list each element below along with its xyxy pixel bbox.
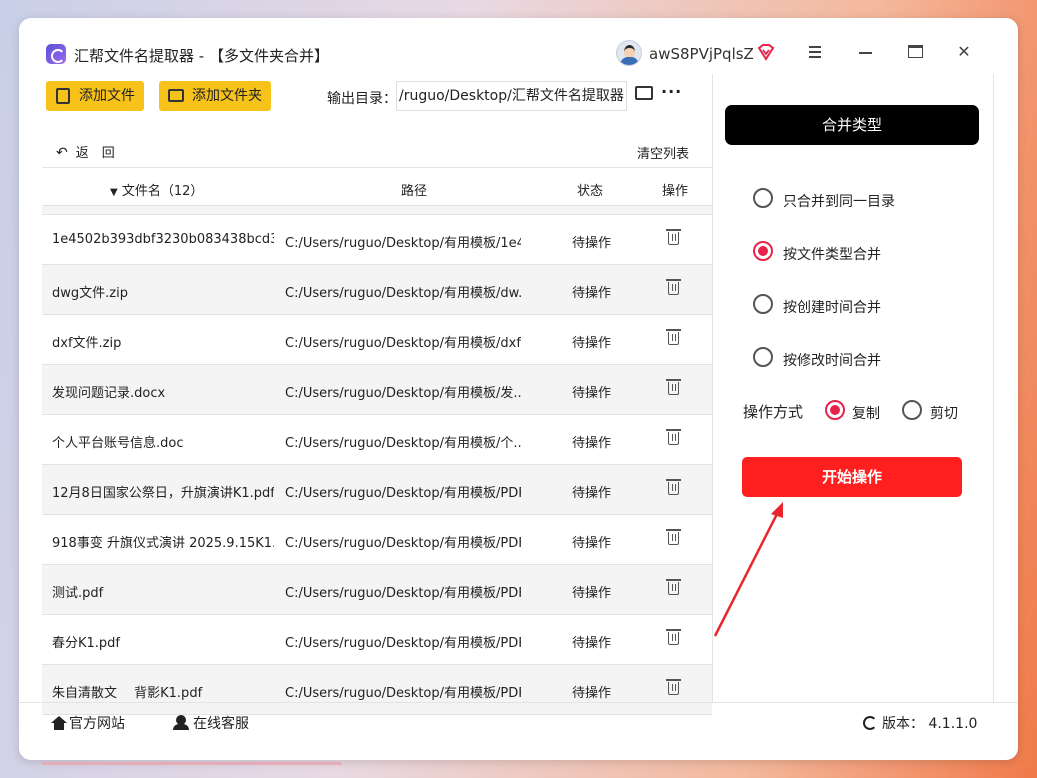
file-name: 12月8日国家公祭日，升旗演讲K1.pdf [52,486,274,501]
file-path: C:/Users/ruguo/Desktop/有用模板/dw... [285,286,521,301]
sort-down-icon: ▼ [110,187,118,198]
file-name: 个人平台账号信息.doc [52,436,184,451]
file-status: 待操作 [572,336,612,351]
table-row[interactable]: dwg文件.zip C:/Users/ruguo/Desktop/有用模板/dw.… [42,265,712,315]
file-path: C:/Users/ruguo/Desktop/有用模板/PDF... [285,486,521,501]
output-dir-label: 输出目录： [327,91,397,107]
version-label: 版本： 4.1.1.0 [882,716,978,732]
app-logo-icon [46,44,66,64]
output-dir-input[interactable]: /ruguo/Desktop/汇帮文件名提取器 [396,81,627,111]
maximize-icon[interactable] [903,40,927,64]
footer: 官方网站 在线客服 版本： 4.1.1.0 [19,702,1018,760]
header-name-label: 文件名（12） [121,184,204,199]
file-status: 待操作 [572,536,612,551]
trash-icon[interactable] [666,429,681,445]
website-label: 官方网站 [69,716,125,732]
refresh-icon [863,716,877,730]
header-status: 状态 [577,184,604,199]
app-window: 汇帮文件名提取器 - 【多文件夹合并】 awS8PVjPqlsZ ✕ 添加文件 … [19,18,1018,760]
file-name: dwg文件.zip [52,286,128,301]
trash-icon[interactable] [666,629,681,645]
trash-icon[interactable] [666,279,681,295]
file-name: dxf文件.zip [52,336,122,351]
file-table-body: 1e4502b393dbf3230b083438bcd3ac... C:/User… [42,215,712,715]
menu-icon[interactable] [803,40,827,64]
file-path: C:/Users/ruguo/Desktop/有用模板/PDF... [285,536,521,551]
header-op: 操作 [662,184,689,199]
file-status: 待操作 [572,386,612,401]
table-row[interactable]: 12月8日国家公祭日，升旗演讲K1.pdf C:/Users/ruguo/Desk… [42,465,712,515]
table-row[interactable]: 918事变 升旗仪式演讲 2025.9.15K1.pdf C:/Users/rug… [42,515,712,565]
trash-icon[interactable] [666,579,681,595]
header-name[interactable]: ▼ 文件名（12） [110,180,203,199]
file-status: 待操作 [572,586,612,601]
file-name: 朱自清散文 背影K1.pdf [52,686,203,701]
website-link[interactable]: 官方网站 [51,713,125,733]
version-info[interactable]: 版本： 4.1.1.0 [863,713,977,733]
close-icon[interactable]: ✕ [952,40,976,64]
back-arrow-icon: ↶ [56,145,68,161]
add-folder-icon [168,89,184,102]
file-name: 918事变 升旗仪式演讲 2025.9.15K1.pdf [52,536,274,551]
file-path: C:/Users/ruguo/Desktop/有用模板/发... [285,386,521,401]
file-status: 待操作 [572,486,612,501]
file-path: C:/Users/ruguo/Desktop/有用模板/PDF... [285,586,521,601]
service-link[interactable]: 在线客服 [173,713,249,733]
customer-service-icon [173,715,189,730]
file-path: C:/Users/ruguo/Desktop/有用模板/个... [285,436,521,451]
annotation-arrow [713,502,783,637]
trash-icon[interactable] [666,479,681,495]
table-row[interactable]: 春分K1.pdf C:/Users/ruguo/Desktop/有用模板/PDF.… [42,615,712,665]
service-label: 在线客服 [193,716,249,732]
add-folder-button[interactable]: 添加文件夹 [159,81,271,111]
table-row[interactable]: 发现问题记录.docx C:/Users/ruguo/Desktop/有用模板/发… [42,365,712,415]
trash-icon[interactable] [666,379,681,395]
table-row[interactable]: 测试.pdf C:/Users/ruguo/Desktop/有用模板/PDF...… [42,565,712,615]
trash-icon[interactable] [666,229,681,245]
open-folder-icon[interactable] [635,86,653,100]
file-status: 待操作 [572,436,612,451]
file-path: C:/Users/ruguo/Desktop/有用模板/PDF... [285,636,521,651]
merge-panel: 合并类型 只合并到同一目录 按文件类型合并 按创建时间合并 按修改时间合并 操作… [713,74,993,702]
file-list-icon [56,88,70,104]
clear-list-button[interactable]: 清空列表 [637,143,689,162]
table-row[interactable]: dxf文件.zip C:/Users/ruguo/Desktop/有用模板/dxf… [42,315,712,365]
vip-icon[interactable] [757,43,775,61]
avatar[interactable] [616,40,642,66]
table-header: ▼ 文件名（12） 路径 状态 操作 [42,167,712,206]
table-row-partial [42,206,712,215]
add-folder-label: 添加文件夹 [192,88,262,104]
table-row[interactable]: 1e4502b393dbf3230b083438bcd3ac... C:/User… [42,215,712,265]
file-name: 春分K1.pdf [52,636,121,651]
table-row[interactable]: 个人平台账号信息.doc C:/Users/ruguo/Desktop/有用模板/… [42,415,712,465]
header-path: 路径 [401,184,428,199]
username[interactable]: awS8PVjPqlsZ [649,45,754,63]
file-panel: 添加文件 添加文件夹 输出目录： /ruguo/Desktop/汇帮文件名提取器… [42,74,712,715]
right-border [993,74,994,702]
home-icon [51,716,67,730]
title-bar: 汇帮文件名提取器 - 【多文件夹合并】 awS8PVjPqlsZ ✕ [19,18,1018,74]
file-name: 测试.pdf [52,586,104,601]
file-status: 待操作 [572,236,612,251]
background-strip [42,762,342,765]
file-status: 待操作 [572,686,612,701]
add-file-label: 添加文件 [79,88,135,104]
file-path: C:/Users/ruguo/Desktop/有用模板/PDF... [285,686,521,701]
trash-icon[interactable] [666,679,681,695]
file-name: 发现问题记录.docx [52,386,166,401]
file-status: 待操作 [572,286,612,301]
more-icon[interactable]: ··· [661,82,682,101]
file-name: 1e4502b393dbf3230b083438bcd3ac... [52,232,274,247]
minimize-icon[interactable] [853,40,877,64]
window-title: 汇帮文件名提取器 - 【多文件夹合并】 [74,47,329,65]
add-file-button[interactable]: 添加文件 [46,81,144,111]
back-label: 返 回 [75,146,115,161]
file-status: 待操作 [572,636,612,651]
file-path: C:/Users/ruguo/Desktop/有用模板/dxf... [285,336,521,351]
back-button[interactable]: ↶ 返 回 [56,142,115,161]
trash-icon[interactable] [666,329,681,345]
file-path: C:/Users/ruguo/Desktop/有用模板/1e4... [285,236,521,251]
trash-icon[interactable] [666,529,681,545]
